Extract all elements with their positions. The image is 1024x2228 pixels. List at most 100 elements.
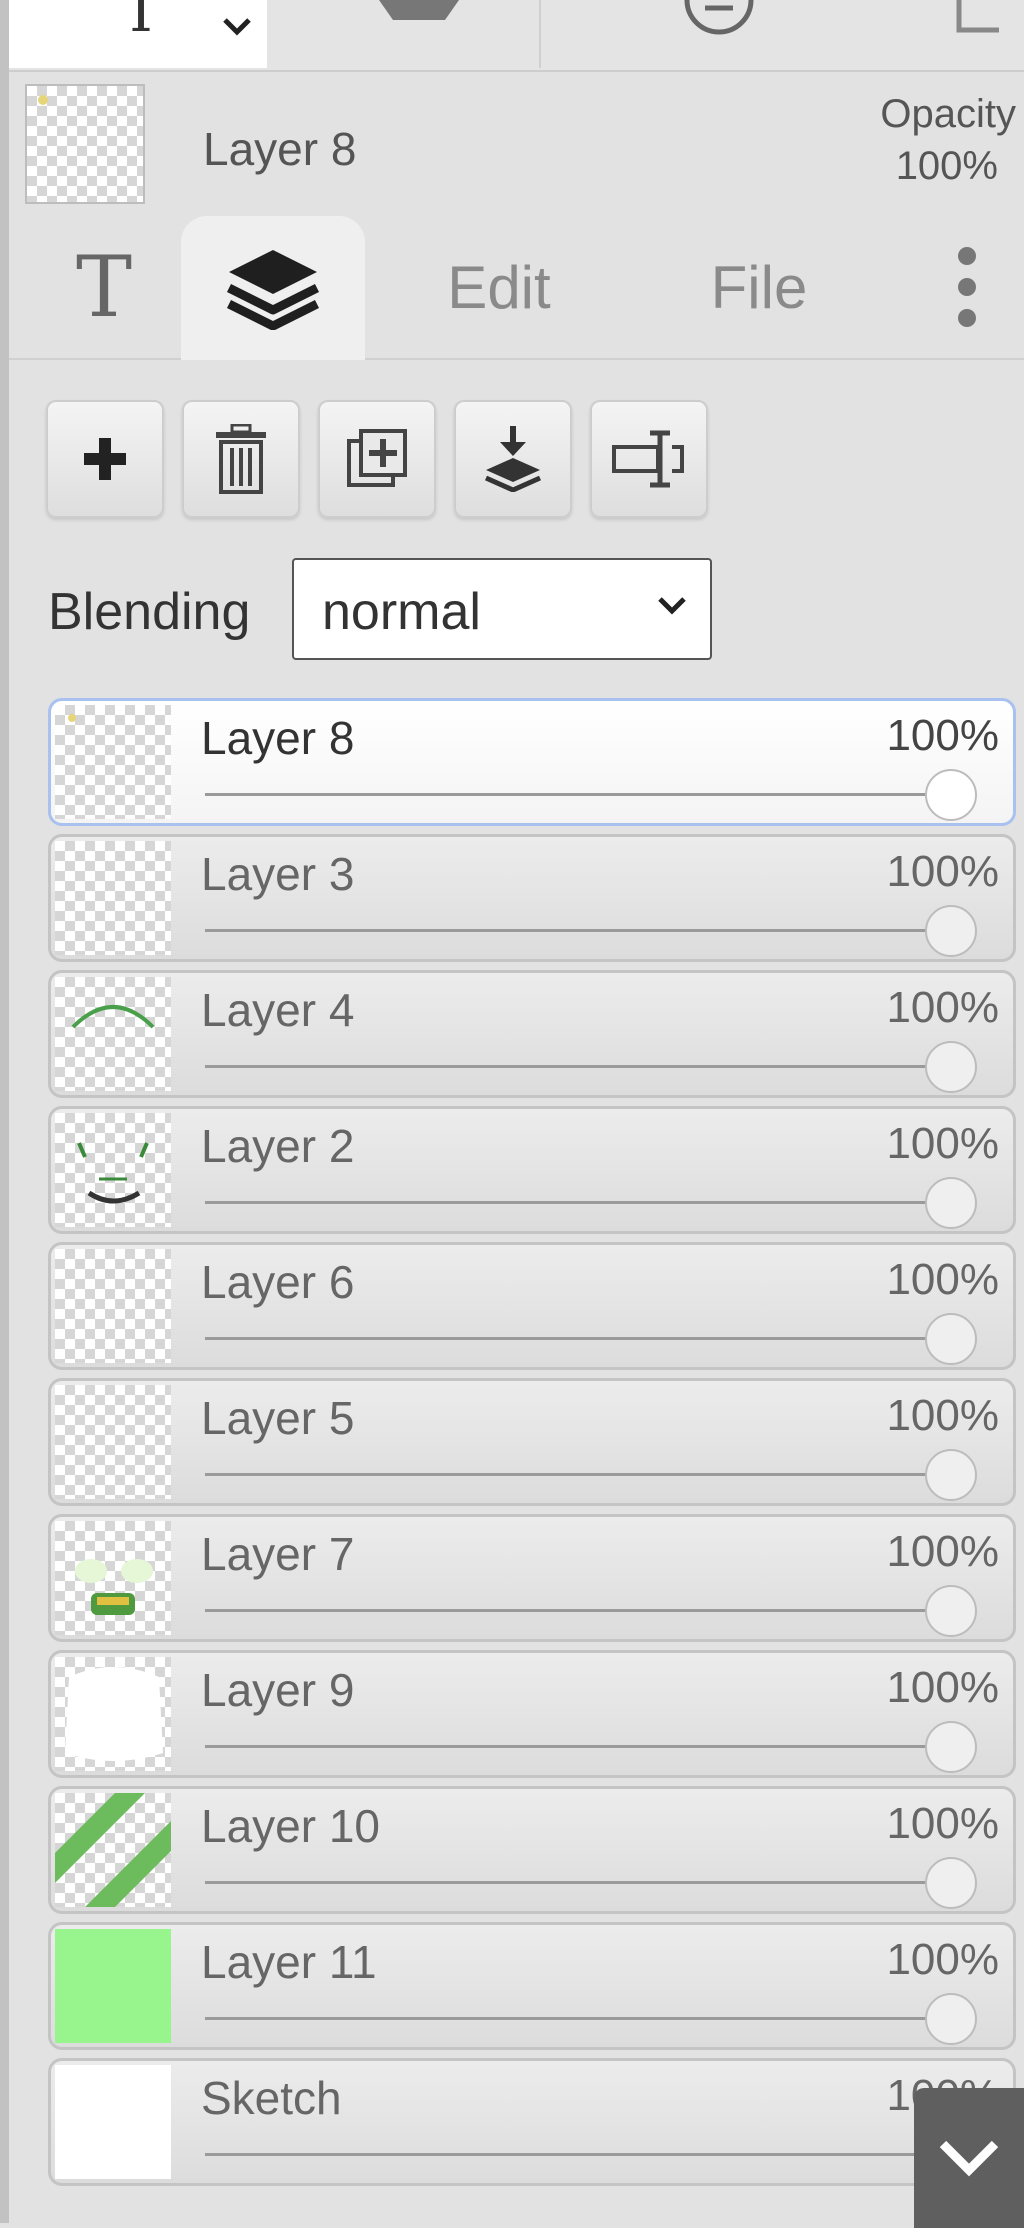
opacity-slider-handle[interactable]	[925, 1313, 977, 1365]
blending-value: normal	[322, 583, 481, 641]
layer-thumbnail	[55, 1113, 171, 1227]
opacity-slider-track[interactable]	[205, 1201, 975, 1204]
layer-opacity: 100%	[886, 711, 999, 760]
layer-opacity: 100%	[886, 1799, 999, 1848]
layer-row[interactable]: Layer 8 100%	[48, 698, 1016, 826]
layer-thumbnail	[55, 1929, 171, 2043]
tool-strip: T	[9, 0, 1024, 72]
layer-row[interactable]: Sketch 100%	[48, 2058, 1016, 2186]
opacity-slider-handle[interactable]	[925, 1993, 977, 2045]
tab-text[interactable]: T	[29, 216, 179, 358]
blending-select[interactable]: normal	[292, 558, 712, 660]
layer-opacity: 100%	[886, 1527, 999, 1576]
shape-tool-icon[interactable]	[369, 0, 469, 26]
layer-opacity: 100%	[886, 1119, 999, 1168]
white-blob-thumb	[65, 1667, 163, 1761]
layer-toolbar	[46, 400, 708, 520]
tool-separator	[539, 0, 541, 68]
layer-thumbnail	[55, 841, 171, 955]
layer-opacity: 100%	[886, 1663, 999, 1712]
merge-down-icon	[484, 426, 542, 492]
chevron-down-icon	[658, 597, 686, 615]
tab-edit[interactable]: Edit	[389, 216, 609, 358]
layer-row[interactable]: Layer 10 100%	[48, 1786, 1016, 1914]
opacity-value[interactable]: 100%	[896, 144, 998, 189]
layer-thumbnail	[55, 1385, 171, 1499]
trash-icon	[216, 424, 266, 494]
tab-more[interactable]	[927, 216, 1007, 358]
duplicate-layer-button[interactable]	[318, 400, 436, 518]
opacity-slider-track[interactable]	[205, 1337, 975, 1340]
layer-thumbnail	[55, 977, 171, 1091]
layer-row[interactable]: Layer 5 100%	[48, 1378, 1016, 1506]
current-layer-header: Layer 8 Opacity 100%	[9, 72, 1024, 212]
layer-opacity: 100%	[886, 1935, 999, 1984]
opacity-slider-track[interactable]	[205, 793, 975, 796]
layer-marker-dot	[68, 714, 76, 722]
layer-row[interactable]: Layer 7 100%	[48, 1514, 1016, 1642]
delete-layer-button[interactable]	[182, 400, 300, 518]
layer-thumbnail	[55, 1249, 171, 1363]
opacity-slider-track[interactable]	[205, 1881, 975, 1884]
opacity-slider-track[interactable]	[205, 1745, 975, 1748]
layer-marker-dot	[38, 95, 48, 105]
layers-stack-icon	[226, 250, 320, 330]
layer-opacity: 100%	[886, 847, 999, 896]
more-vertical-icon	[958, 247, 976, 327]
layer-name: Layer 7	[201, 1528, 355, 1580]
opacity-slider-track[interactable]	[205, 1473, 975, 1476]
chevron-down-icon	[223, 18, 251, 36]
tab-layers[interactable]	[181, 216, 365, 360]
opacity-slider-track[interactable]	[205, 1065, 975, 1068]
layer-name: Layer 11	[201, 1936, 377, 1988]
layer-thumbnail	[55, 1521, 171, 1635]
duplicate-icon	[347, 429, 407, 487]
add-icon	[84, 438, 126, 480]
opacity-slider-handle[interactable]	[925, 905, 977, 957]
zoom-out-icon[interactable]	[679, 0, 759, 36]
opacity-slider-handle[interactable]	[925, 1585, 977, 1637]
layer-row[interactable]: Layer 6 100%	[48, 1242, 1016, 1370]
opacity-slider-handle[interactable]	[925, 1449, 977, 1501]
layer-row[interactable]: Layer 4 100%	[48, 970, 1016, 1098]
blending-label: Blending	[48, 583, 251, 641]
opacity-slider-track[interactable]	[205, 2153, 975, 2156]
text-tool-icon: T	[121, 0, 162, 46]
layer-row[interactable]: Layer 11 100%	[48, 1922, 1016, 2050]
add-layer-button[interactable]	[46, 400, 164, 518]
arc-stroke-thumb	[71, 1005, 155, 1029]
opacity-slider-handle[interactable]	[925, 769, 977, 821]
rename-layer-button[interactable]	[590, 400, 708, 518]
layer-row[interactable]: Layer 9 100%	[48, 1650, 1016, 1778]
layer-name: Layer 3	[201, 848, 355, 900]
current-layer-thumbnail[interactable]	[25, 84, 145, 204]
opacity-slider-handle[interactable]	[925, 1041, 977, 1093]
layer-name: Layer 10	[201, 1800, 381, 1852]
layer-row[interactable]: Layer 3 100%	[48, 834, 1016, 962]
layer-name: Layer 5	[201, 1392, 355, 1444]
layer-thumbnail	[55, 705, 171, 819]
panel-tabs: T Edit File	[9, 216, 1024, 360]
chevron-down-icon	[939, 2140, 999, 2177]
merge-down-button[interactable]	[454, 400, 572, 518]
opacity-slider-track[interactable]	[205, 929, 975, 932]
opacity-slider-track[interactable]	[205, 1609, 975, 1612]
opacity-slider-handle[interactable]	[925, 1857, 977, 1909]
layer-row[interactable]: Layer 2 100%	[48, 1106, 1016, 1234]
layer-opacity: 100%	[886, 1391, 999, 1440]
panel-left-edge	[0, 0, 9, 2223]
current-layer-name: Layer 8	[203, 123, 357, 175]
layer-opacity: 100%	[886, 1255, 999, 1304]
opacity-slider-handle[interactable]	[925, 1721, 977, 1773]
tab-file[interactable]: File	[649, 216, 869, 358]
layer-opacity: 100%	[886, 983, 999, 1032]
colored-thumb	[75, 1559, 153, 1615]
opacity-slider-track[interactable]	[205, 2017, 975, 2020]
layer-name: Layer 9	[201, 1664, 355, 1716]
scroll-down-button[interactable]	[914, 2088, 1024, 2228]
layer-name: Layer 4	[201, 984, 355, 1036]
opacity-slider-handle[interactable]	[925, 1177, 977, 1229]
layer-name: Layer 6	[201, 1256, 355, 1308]
active-tool-button[interactable]: T	[9, 0, 267, 68]
crop-icon[interactable]	[949, 0, 999, 40]
